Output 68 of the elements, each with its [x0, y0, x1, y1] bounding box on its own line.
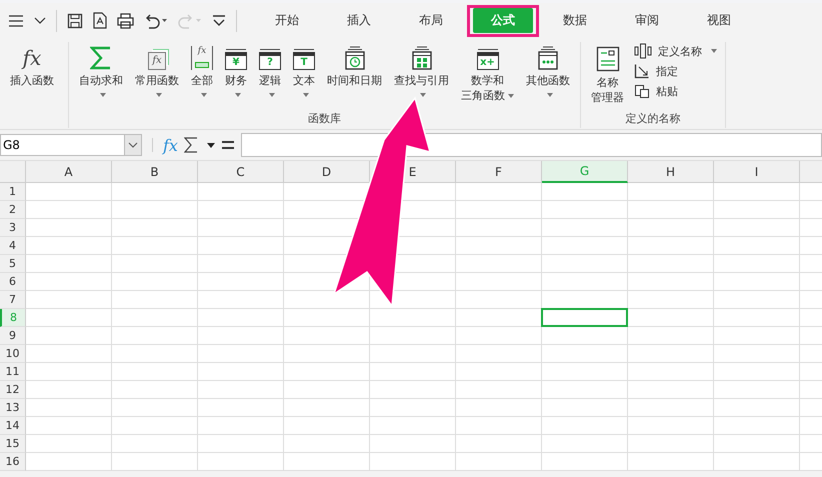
- ribbon-tab[interactable]: 布局: [405, 8, 457, 33]
- selected-cell[interactable]: [541, 308, 628, 327]
- ribbon-tab[interactable]: 数据: [549, 8, 601, 33]
- group-label: 定义的名称: [626, 111, 680, 127]
- name-command-button[interactable]: 粘贴: [630, 82, 721, 100]
- chevron-down-icon: [128, 142, 138, 148]
- column-header[interactable]: I: [714, 161, 800, 183]
- name-manager-button[interactable]: 名称 管理器: [585, 42, 630, 111]
- print-icon[interactable]: [117, 12, 134, 28]
- row-header[interactable]: 2: [0, 201, 26, 219]
- insert-function-button[interactable]: fx 插入函数: [4, 42, 60, 93]
- column-header[interactable]: C: [198, 161, 284, 183]
- row-header[interactable]: 5: [0, 255, 26, 273]
- column-header[interactable]: D: [284, 161, 370, 183]
- corner-arrow-icon: [634, 63, 650, 79]
- row-header[interactable]: 11: [0, 363, 26, 381]
- function-category-button[interactable]: x+ 数学和 三角函数: [455, 42, 520, 111]
- row-header[interactable]: 7: [0, 291, 26, 309]
- name-manager-icon: [596, 46, 620, 72]
- row-header[interactable]: 14: [0, 417, 26, 435]
- pdf-file-icon[interactable]: [93, 12, 107, 29]
- function-category-button[interactable]: ? 逻辑: [253, 42, 287, 111]
- formula-input[interactable]: [240, 133, 822, 157]
- function-category-button[interactable]: fx 常用函数: [129, 42, 185, 111]
- ribbon-tab[interactable]: 审阅: [621, 8, 673, 33]
- ribbon-tab[interactable]: 开始: [261, 8, 313, 33]
- group-label: 函数库: [308, 111, 341, 127]
- row-header[interactable]: 1: [0, 183, 26, 201]
- cell-grid[interactable]: [26, 183, 822, 471]
- dropdown-button[interactable]: [124, 135, 141, 155]
- row-header[interactable]: 9: [0, 327, 26, 345]
- function-category-button[interactable]: 其他函数: [520, 42, 576, 111]
- customize-icon[interactable]: [212, 14, 226, 28]
- clipboard-icon: [634, 83, 650, 99]
- row-header[interactable]: 16: [0, 453, 26, 471]
- sigma-icon: [90, 46, 112, 70]
- name-command-button[interactable]: 定义名称: [630, 42, 721, 60]
- column-header[interactable]: F: [456, 161, 542, 183]
- column-header[interactable]: B: [112, 161, 198, 183]
- function-category-button[interactable]: fx 全部: [185, 42, 219, 111]
- caret-icon[interactable]: [206, 142, 215, 148]
- row-header[interactable]: 10: [0, 345, 26, 363]
- save-icon[interactable]: [67, 12, 83, 28]
- equals-icon[interactable]: [220, 140, 235, 150]
- undo-icon[interactable]: [144, 12, 168, 28]
- row-header[interactable]: 6: [0, 273, 26, 291]
- row-header[interactable]: 4: [0, 237, 26, 255]
- row-header[interactable]: 3: [0, 219, 26, 237]
- function-category-button[interactable]: 自动求和: [73, 42, 129, 111]
- sigma-icon[interactable]: [184, 137, 198, 153]
- row-header[interactable]: 13: [0, 399, 26, 417]
- name-command-button[interactable]: 指定: [630, 62, 721, 80]
- menu-icon[interactable]: [8, 14, 24, 28]
- column-header[interactable]: H: [628, 161, 714, 183]
- function-category-button[interactable]: T 文本: [287, 42, 321, 111]
- function-category-button[interactable]: 时间和日期: [321, 42, 388, 111]
- clock-book-icon: [344, 46, 366, 70]
- chevron-down-icon[interactable]: [34, 16, 46, 24]
- ribbon-tab[interactable]: 插入: [333, 8, 385, 33]
- row-header[interactable]: 12: [0, 381, 26, 399]
- row-header[interactable]: 15: [0, 435, 26, 453]
- dots-book-icon: [537, 46, 559, 70]
- function-category-button[interactable]: ¥ 财务: [219, 42, 253, 111]
- column-header[interactable]: A: [26, 161, 112, 183]
- name-box[interactable]: G8: [0, 134, 142, 156]
- ribbon-tab[interactable]: 视图: [693, 8, 745, 33]
- grid-book-icon: [410, 46, 432, 70]
- bracket-icon: [634, 43, 652, 59]
